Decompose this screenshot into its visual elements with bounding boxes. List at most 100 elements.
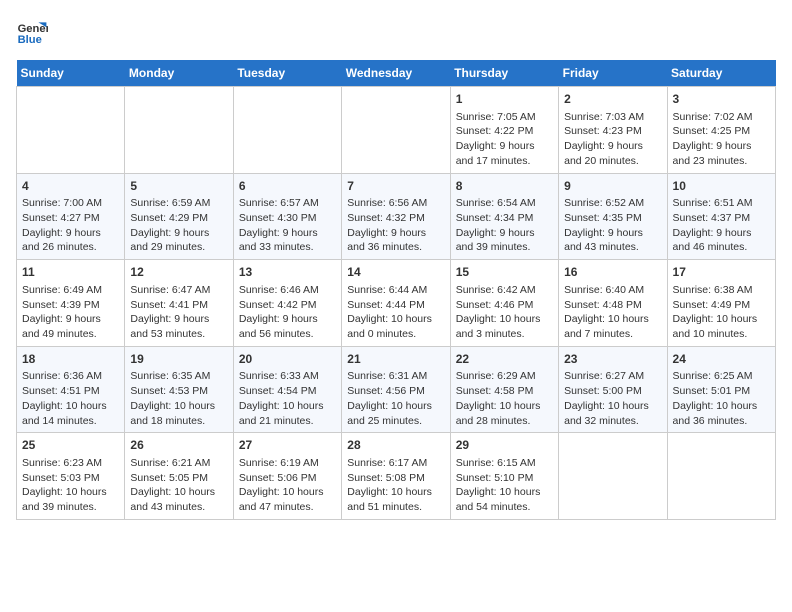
day-number: 26 bbox=[130, 437, 227, 454]
day-info: Sunrise: 6:35 AM Sunset: 4:53 PM Dayligh… bbox=[130, 369, 227, 428]
day-info: Sunrise: 6:54 AM Sunset: 4:34 PM Dayligh… bbox=[456, 196, 553, 255]
day-info: Sunrise: 6:25 AM Sunset: 5:01 PM Dayligh… bbox=[673, 369, 770, 428]
day-info: Sunrise: 6:36 AM Sunset: 4:51 PM Dayligh… bbox=[22, 369, 119, 428]
calendar-cell: 12 Sunrise: 6:47 AM Sunset: 4:41 PM Dayli… bbox=[125, 260, 233, 347]
calendar-cell: 17 Sunrise: 6:38 AM Sunset: 4:49 PM Dayli… bbox=[667, 260, 775, 347]
calendar-cell: 24Sunrise: 6:25 AM Sunset: 5:01 PM Dayli… bbox=[667, 346, 775, 433]
calendar-cell: 16 Sunrise: 6:40 AM Sunset: 4:48 PM Dayli… bbox=[559, 260, 667, 347]
calendar-table: SundayMondayTuesdayWednesdayThursdayFrid… bbox=[16, 60, 776, 520]
calendar-cell: 18Sunrise: 6:36 AM Sunset: 4:51 PM Dayli… bbox=[17, 346, 125, 433]
day-number: 19 bbox=[130, 351, 227, 368]
day-number: 29 bbox=[456, 437, 553, 454]
header-tuesday: Tuesday bbox=[233, 60, 341, 87]
day-number: 14 bbox=[347, 264, 444, 281]
header-thursday: Thursday bbox=[450, 60, 558, 87]
day-info: Sunrise: 6:33 AM Sunset: 4:54 PM Dayligh… bbox=[239, 369, 336, 428]
day-info: Sunrise: 6:17 AM Sunset: 5:08 PM Dayligh… bbox=[347, 456, 444, 515]
calendar-cell: 4Sunrise: 7:00 AM Sunset: 4:27 PM Daylig… bbox=[17, 173, 125, 260]
calendar-cell bbox=[233, 87, 341, 174]
calendar-cell bbox=[125, 87, 233, 174]
header-monday: Monday bbox=[125, 60, 233, 87]
day-number: 9 bbox=[564, 178, 661, 195]
calendar-cell: 13 Sunrise: 6:46 AM Sunset: 4:42 PM Dayli… bbox=[233, 260, 341, 347]
day-info: Sunrise: 6:57 AM Sunset: 4:30 PM Dayligh… bbox=[239, 196, 336, 255]
day-number: 8 bbox=[456, 178, 553, 195]
calendar-cell: 29 Sunrise: 6:15 AM Sunset: 5:10 PM Dayli… bbox=[450, 433, 558, 520]
calendar-cell: 11 Sunrise: 6:49 AM Sunset: 4:39 PM Dayli… bbox=[17, 260, 125, 347]
calendar-body: 1Sunrise: 7:05 AM Sunset: 4:22 PM Daylig… bbox=[17, 87, 776, 520]
calendar-cell bbox=[17, 87, 125, 174]
calendar-cell: 1Sunrise: 7:05 AM Sunset: 4:22 PM Daylig… bbox=[450, 87, 558, 174]
week-row-3: 18Sunrise: 6:36 AM Sunset: 4:51 PM Dayli… bbox=[17, 346, 776, 433]
day-number: 15 bbox=[456, 264, 553, 281]
day-info: Sunrise: 6:38 AM Sunset: 4:49 PM Dayligh… bbox=[673, 283, 770, 342]
svg-text:Blue: Blue bbox=[18, 34, 42, 46]
day-info: Sunrise: 6:19 AM Sunset: 5:06 PM Dayligh… bbox=[239, 456, 336, 515]
day-number: 2 bbox=[564, 91, 661, 108]
day-number: 13 bbox=[239, 264, 336, 281]
calendar-cell: 10Sunrise: 6:51 AM Sunset: 4:37 PM Dayli… bbox=[667, 173, 775, 260]
header-friday: Friday bbox=[559, 60, 667, 87]
day-number: 27 bbox=[239, 437, 336, 454]
day-info: Sunrise: 6:51 AM Sunset: 4:37 PM Dayligh… bbox=[673, 196, 770, 255]
header-wednesday: Wednesday bbox=[342, 60, 450, 87]
calendar-cell: 22Sunrise: 6:29 AM Sunset: 4:58 PM Dayli… bbox=[450, 346, 558, 433]
logo: General Blue bbox=[16, 16, 52, 48]
day-info: Sunrise: 7:02 AM Sunset: 4:25 PM Dayligh… bbox=[673, 110, 770, 169]
day-number: 7 bbox=[347, 178, 444, 195]
day-info: Sunrise: 6:49 AM Sunset: 4:39 PM Dayligh… bbox=[22, 283, 119, 342]
day-number: 24 bbox=[673, 351, 770, 368]
day-number: 23 bbox=[564, 351, 661, 368]
calendar-cell: 6Sunrise: 6:57 AM Sunset: 4:30 PM Daylig… bbox=[233, 173, 341, 260]
day-info: Sunrise: 7:05 AM Sunset: 4:22 PM Dayligh… bbox=[456, 110, 553, 169]
day-info: Sunrise: 6:29 AM Sunset: 4:58 PM Dayligh… bbox=[456, 369, 553, 428]
calendar-cell: 9Sunrise: 6:52 AM Sunset: 4:35 PM Daylig… bbox=[559, 173, 667, 260]
day-number: 21 bbox=[347, 351, 444, 368]
header-saturday: Saturday bbox=[667, 60, 775, 87]
week-row-0: 1Sunrise: 7:05 AM Sunset: 4:22 PM Daylig… bbox=[17, 87, 776, 174]
day-info: Sunrise: 6:40 AM Sunset: 4:48 PM Dayligh… bbox=[564, 283, 661, 342]
day-info: Sunrise: 6:31 AM Sunset: 4:56 PM Dayligh… bbox=[347, 369, 444, 428]
calendar-cell: 5Sunrise: 6:59 AM Sunset: 4:29 PM Daylig… bbox=[125, 173, 233, 260]
day-info: Sunrise: 6:42 AM Sunset: 4:46 PM Dayligh… bbox=[456, 283, 553, 342]
day-number: 17 bbox=[673, 264, 770, 281]
calendar-cell: 19Sunrise: 6:35 AM Sunset: 4:53 PM Dayli… bbox=[125, 346, 233, 433]
calendar-cell: 8Sunrise: 6:54 AM Sunset: 4:34 PM Daylig… bbox=[450, 173, 558, 260]
calendar-cell: 28 Sunrise: 6:17 AM Sunset: 5:08 PM Dayli… bbox=[342, 433, 450, 520]
day-info: Sunrise: 6:23 AM Sunset: 5:03 PM Dayligh… bbox=[22, 456, 119, 515]
day-info: Sunrise: 7:03 AM Sunset: 4:23 PM Dayligh… bbox=[564, 110, 661, 169]
day-info: Sunrise: 6:44 AM Sunset: 4:44 PM Dayligh… bbox=[347, 283, 444, 342]
day-number: 22 bbox=[456, 351, 553, 368]
week-row-4: 25 Sunrise: 6:23 AM Sunset: 5:03 PM Dayli… bbox=[17, 433, 776, 520]
calendar-cell: 23Sunrise: 6:27 AM Sunset: 5:00 PM Dayli… bbox=[559, 346, 667, 433]
calendar-cell bbox=[342, 87, 450, 174]
day-info: Sunrise: 6:47 AM Sunset: 4:41 PM Dayligh… bbox=[130, 283, 227, 342]
day-number: 11 bbox=[22, 264, 119, 281]
day-number: 28 bbox=[347, 437, 444, 454]
calendar-cell: 21Sunrise: 6:31 AM Sunset: 4:56 PM Dayli… bbox=[342, 346, 450, 433]
calendar-cell: 14 Sunrise: 6:44 AM Sunset: 4:44 PM Dayli… bbox=[342, 260, 450, 347]
day-info: Sunrise: 6:46 AM Sunset: 4:42 PM Dayligh… bbox=[239, 283, 336, 342]
day-info: Sunrise: 6:59 AM Sunset: 4:29 PM Dayligh… bbox=[130, 196, 227, 255]
day-info: Sunrise: 6:15 AM Sunset: 5:10 PM Dayligh… bbox=[456, 456, 553, 515]
calendar-cell: 26 Sunrise: 6:21 AM Sunset: 5:05 PM Dayli… bbox=[125, 433, 233, 520]
day-number: 3 bbox=[673, 91, 770, 108]
day-number: 4 bbox=[22, 178, 119, 195]
calendar-cell bbox=[559, 433, 667, 520]
logo-icon: General Blue bbox=[16, 16, 48, 48]
day-number: 5 bbox=[130, 178, 227, 195]
calendar-cell bbox=[667, 433, 775, 520]
day-info: Sunrise: 6:21 AM Sunset: 5:05 PM Dayligh… bbox=[130, 456, 227, 515]
week-row-2: 11 Sunrise: 6:49 AM Sunset: 4:39 PM Dayli… bbox=[17, 260, 776, 347]
day-info: Sunrise: 6:52 AM Sunset: 4:35 PM Dayligh… bbox=[564, 196, 661, 255]
header-sunday: Sunday bbox=[17, 60, 125, 87]
day-info: Sunrise: 6:56 AM Sunset: 4:32 PM Dayligh… bbox=[347, 196, 444, 255]
calendar-cell: 3 Sunrise: 7:02 AM Sunset: 4:25 PM Daylig… bbox=[667, 87, 775, 174]
day-number: 25 bbox=[22, 437, 119, 454]
week-row-1: 4Sunrise: 7:00 AM Sunset: 4:27 PM Daylig… bbox=[17, 173, 776, 260]
day-number: 16 bbox=[564, 264, 661, 281]
day-info: Sunrise: 7:00 AM Sunset: 4:27 PM Dayligh… bbox=[22, 196, 119, 255]
day-info: Sunrise: 6:27 AM Sunset: 5:00 PM Dayligh… bbox=[564, 369, 661, 428]
day-number: 12 bbox=[130, 264, 227, 281]
day-number: 20 bbox=[239, 351, 336, 368]
